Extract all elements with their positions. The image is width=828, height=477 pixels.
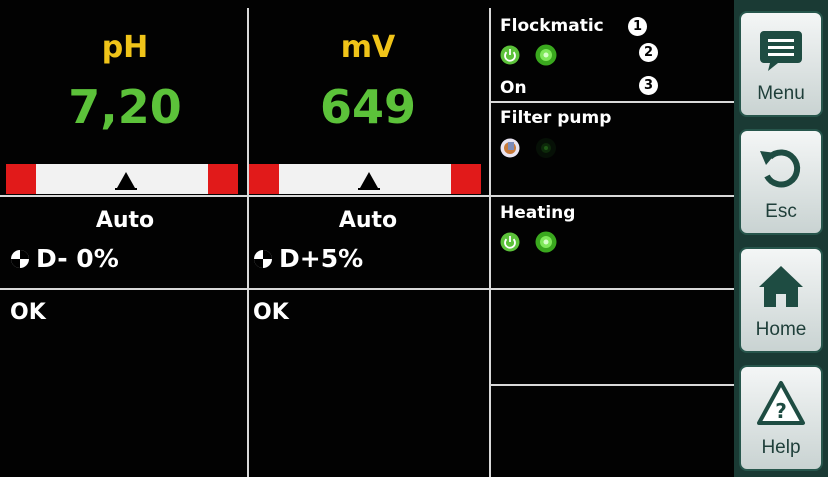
- callout-marker-3: 3: [639, 76, 658, 95]
- mv-dosing-text: D+5%: [279, 244, 364, 273]
- heating-title[interactable]: Heating: [500, 203, 575, 223]
- controller-screen: pH 7,20 Auto D- 0% OK mV 649 Auto D+5% O…: [0, 0, 828, 477]
- menu-label: Menu: [757, 83, 805, 104]
- menu-button[interactable]: Menu: [739, 11, 823, 117]
- high-alarm-zone: [208, 164, 238, 194]
- power-on-icon: [500, 232, 520, 252]
- menu-icon: [760, 31, 802, 71]
- dosing-indicator-icon: [254, 249, 272, 268]
- active-lamp-icon: [535, 231, 557, 253]
- setpoint-base: [358, 188, 380, 190]
- ph-range-bar: [6, 164, 238, 194]
- mv-status: OK: [253, 300, 289, 325]
- filter-pump-title[interactable]: Filter pump: [500, 108, 611, 128]
- help-button[interactable]: ? Help: [739, 365, 823, 471]
- home-label: Home: [755, 319, 807, 340]
- low-alarm-zone: [249, 164, 279, 194]
- pump-icon: [500, 138, 520, 158]
- esc-label: Esc: [765, 201, 797, 222]
- callout-marker-2: 2: [639, 43, 658, 62]
- low-alarm-zone: [6, 164, 36, 194]
- home-icon: [759, 266, 803, 307]
- mv-dosing: D+5%: [253, 244, 363, 273]
- dosing-indicator-icon: [11, 249, 29, 268]
- grid-divider: [489, 8, 491, 477]
- inactive-lamp-icon: [536, 138, 556, 158]
- svg-text:?: ?: [775, 399, 787, 423]
- callout-marker-1: 1: [628, 17, 647, 36]
- help-icon: ?: [757, 381, 805, 425]
- active-lamp-icon: [535, 44, 557, 66]
- grid-divider: [491, 101, 734, 103]
- flockmatic-title[interactable]: Flockmatic: [500, 16, 604, 36]
- high-alarm-zone: [451, 164, 481, 194]
- ph-mode: Auto: [95, 208, 155, 233]
- grid-divider: [0, 288, 734, 290]
- ph-status: OK: [10, 300, 46, 325]
- grid-divider: [491, 384, 734, 386]
- setpoint-marker-icon: [117, 172, 135, 188]
- home-button[interactable]: Home: [739, 247, 823, 353]
- ph-label: pH: [101, 30, 149, 65]
- flockmatic-state: On: [500, 78, 527, 98]
- ph-dosing: D- 0%: [10, 244, 119, 273]
- undo-icon: [760, 149, 801, 188]
- setpoint-base: [115, 188, 137, 190]
- help-label: Help: [761, 437, 801, 458]
- mv-value: 649: [319, 80, 417, 134]
- power-on-icon: [500, 45, 520, 65]
- ph-value: 7,20: [68, 80, 182, 134]
- esc-button[interactable]: Esc: [739, 129, 823, 235]
- mv-mode: Auto: [338, 208, 398, 233]
- mv-range-bar: [249, 164, 481, 194]
- grid-divider: [0, 195, 734, 197]
- ph-dosing-text: D- 0%: [36, 244, 119, 273]
- setpoint-marker-icon: [360, 172, 378, 188]
- mv-label: mV: [340, 30, 396, 65]
